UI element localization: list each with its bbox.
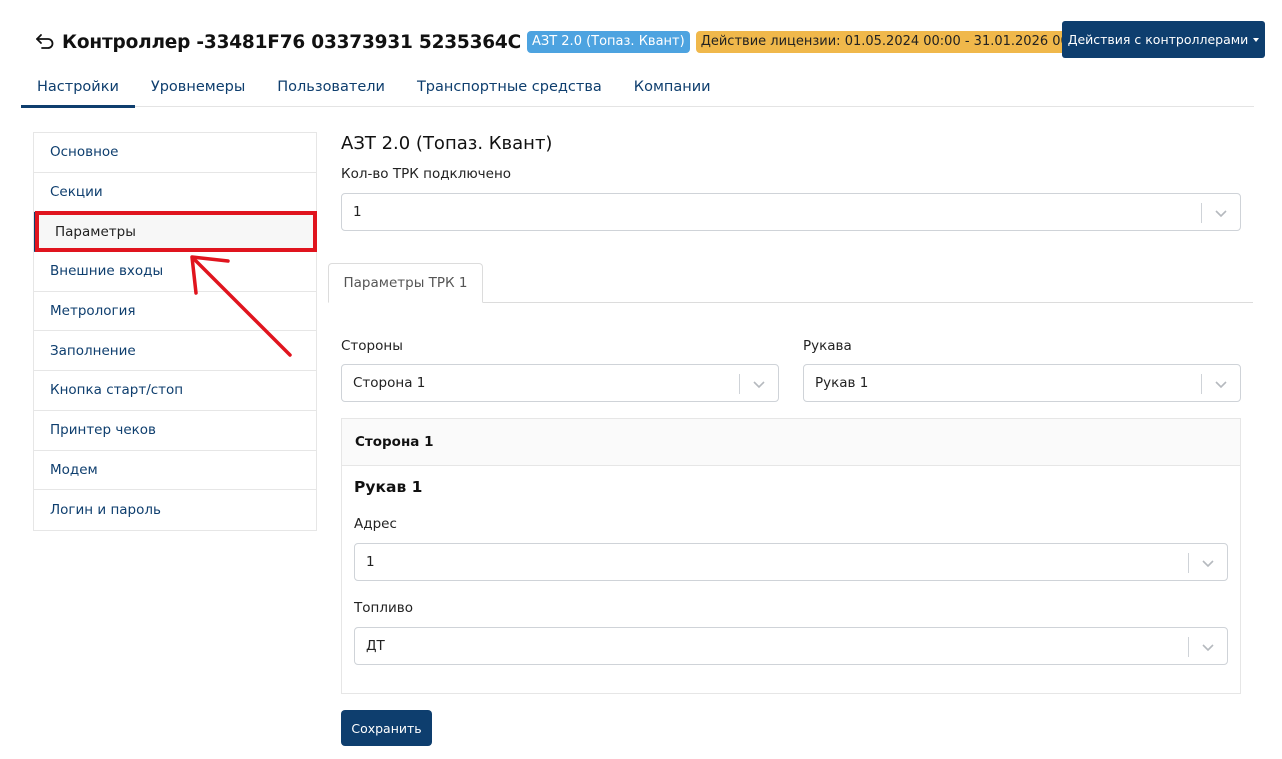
sleeves-select[interactable]: Рукав 1 — [803, 364, 1241, 402]
chevron-down-icon — [1202, 560, 1214, 568]
address-label: Адрес — [354, 516, 397, 532]
section-title: АЗТ 2.0 (Топаз. Квант) — [341, 133, 553, 154]
address-select[interactable]: 1 — [354, 543, 1228, 581]
trk-count-value: 1 — [353, 204, 362, 220]
trk-tabs: Параметры ТРК 1 — [328, 263, 1253, 303]
chevron-down-icon — [753, 381, 765, 389]
trk-count-label: Кол-во ТРК подключено — [341, 166, 512, 182]
sides-value: Сторона 1 — [353, 375, 426, 391]
sleeve-title: Рукав 1 — [354, 478, 423, 496]
chevron-down-icon — [1215, 210, 1227, 218]
select-separator — [739, 374, 740, 394]
sleeves-label: Рукава — [803, 338, 852, 354]
page-title: Контроллер -33481F76 03373931 5235364C — [62, 31, 521, 53]
fuel-value: ДТ — [366, 638, 385, 654]
top-tabs: Настройки Уровнемеры Пользователи Трансп… — [21, 66, 1254, 108]
sidebar-item-sections[interactable]: Секции — [34, 173, 316, 213]
license-badge: Действие лицензии: 01.05.2024 00:00 - 31… — [695, 31, 1095, 53]
select-separator — [1201, 374, 1202, 394]
tab-companies[interactable]: Компании — [618, 66, 727, 107]
select-separator — [1188, 637, 1189, 657]
back-arrow-icon[interactable] — [34, 31, 56, 53]
trk-count-select[interactable]: 1 — [341, 193, 1241, 231]
annotation-arrow-icon — [190, 255, 292, 357]
tab-level-gauges[interactable]: Уровнемеры — [135, 66, 261, 107]
sidebar-item-start-stop-button[interactable]: Кнопка старт/стоп — [34, 371, 316, 411]
fuel-select[interactable]: ДТ — [354, 627, 1228, 665]
tab-vehicles[interactable]: Транспортные средства — [401, 66, 618, 107]
chevron-down-icon — [1202, 644, 1214, 652]
page-header: Контроллер -33481F76 03373931 5235364C А… — [34, 26, 1095, 58]
controller-type-badge: АЗТ 2.0 (Топаз. Квант) — [526, 31, 690, 53]
side-card-header: Сторона 1 — [342, 419, 1240, 466]
chevron-down-icon — [1215, 381, 1227, 389]
sidebar-item-receipt-printer[interactable]: Принтер чеков — [34, 411, 316, 451]
tab-settings[interactable]: Настройки — [21, 66, 135, 108]
save-button[interactable]: Сохранить — [341, 710, 432, 746]
sides-select[interactable]: Сторона 1 — [341, 364, 779, 402]
sidebar-item-general[interactable]: Основное — [34, 133, 316, 173]
tab-trk-1[interactable]: Параметры ТРК 1 — [328, 263, 483, 303]
tab-users[interactable]: Пользователи — [261, 66, 401, 107]
sidebar-item-modem[interactable]: Модем — [34, 451, 316, 491]
sides-label: Стороны — [341, 338, 403, 354]
sidebar-item-login-password[interactable]: Логин и пароль — [34, 490, 316, 530]
sleeves-value: Рукав 1 — [815, 375, 869, 391]
caret-down-icon — [1253, 37, 1260, 42]
fuel-label: Топливо — [354, 600, 413, 616]
select-separator — [1201, 203, 1202, 223]
address-value: 1 — [366, 554, 375, 570]
select-separator — [1188, 553, 1189, 573]
controller-actions-button[interactable]: Действия с контроллерами — [1062, 21, 1265, 58]
controller-actions-label: Действия с контроллерами — [1067, 32, 1249, 47]
